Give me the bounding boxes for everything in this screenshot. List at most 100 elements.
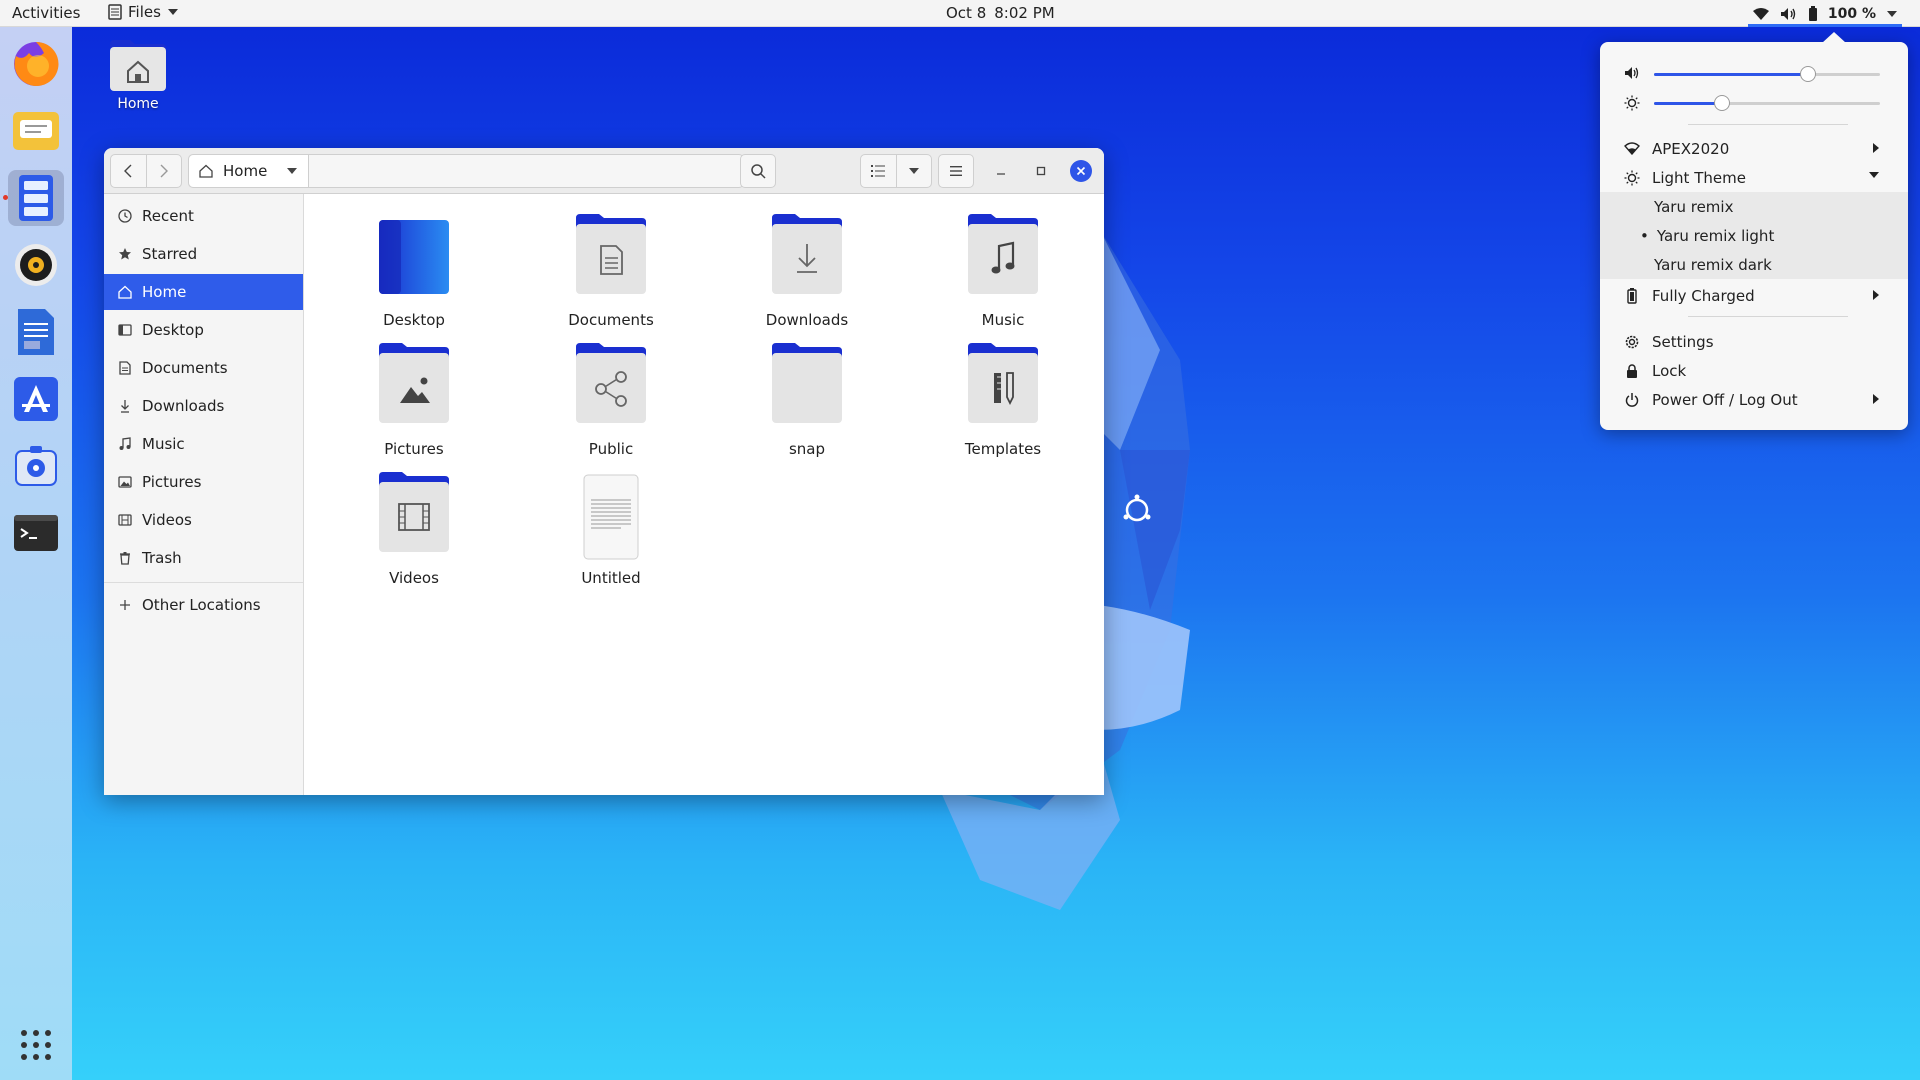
- menu-arrow: [1822, 32, 1846, 43]
- theme-menu-item[interactable]: Light Theme: [1600, 163, 1908, 192]
- chevron-down-icon: [1886, 10, 1898, 18]
- settings-menu-item[interactable]: Settings: [1600, 327, 1908, 356]
- file-item-videos[interactable]: Videos: [349, 470, 479, 587]
- menu-separator: [1688, 316, 1848, 317]
- sidebar-item-starred[interactable]: Starred: [104, 236, 303, 272]
- dock-terminal[interactable]: [8, 505, 64, 561]
- dock-writer[interactable]: [8, 304, 64, 360]
- lock-icon: [1627, 363, 1637, 378]
- desktop-home-item[interactable]: Home: [104, 38, 172, 112]
- volume-slider[interactable]: [1624, 64, 1884, 84]
- header-bar: Home: [104, 148, 1104, 194]
- theme-option-yaru-remix-light[interactable]: • Yaru remix light: [1600, 221, 1908, 250]
- path-crumb-home[interactable]: Home: [189, 155, 309, 187]
- file-item-untitled[interactable]: Untitled: [546, 470, 676, 587]
- image-icon: [118, 476, 132, 488]
- file-item-documents[interactable]: Documents: [546, 212, 676, 329]
- files-window: Home Recent Starred Home Desktop Documen…: [104, 148, 1104, 795]
- chevron-right-icon: [160, 164, 168, 178]
- theme-option-yaru-remix-dark[interactable]: Yaru remix dark: [1600, 250, 1908, 279]
- minimize-icon: [997, 173, 1005, 175]
- dock-firefox[interactable]: [8, 36, 64, 92]
- file-item-label: Pictures: [384, 440, 444, 458]
- theme-option-label: Yaru remix light: [1656, 226, 1775, 245]
- volume-knob[interactable]: [1799, 66, 1816, 82]
- brightness-knob[interactable]: [1713, 95, 1730, 111]
- forward-button[interactable]: [145, 155, 181, 187]
- search-button[interactable]: [740, 154, 776, 188]
- power-label: Power Off / Log Out: [1652, 390, 1798, 409]
- clock[interactable]: Oct 8 8:02 PM: [946, 4, 1055, 22]
- file-item-templates[interactable]: Templates: [938, 341, 1068, 458]
- file-item-downloads[interactable]: Downloads: [742, 212, 872, 329]
- battery-menu-item[interactable]: Fully Charged: [1600, 281, 1908, 310]
- music-folder-icon: [968, 214, 1038, 294]
- sidebar-item-other-locations[interactable]: Other Locations: [104, 587, 303, 623]
- volume-icon: [1780, 7, 1798, 21]
- film-icon: [118, 514, 132, 526]
- wifi-menu-item[interactable]: APEX2020: [1600, 134, 1908, 163]
- brightness-track[interactable]: [1654, 95, 1880, 111]
- templates-folder-icon: [968, 343, 1038, 423]
- text-file-icon: [583, 474, 639, 560]
- sidebar-item-desktop[interactable]: Desktop: [104, 312, 303, 348]
- sidebar-item-downloads[interactable]: Downloads: [104, 388, 303, 424]
- dock-help[interactable]: [8, 438, 64, 494]
- list-view-button[interactable]: [861, 155, 896, 187]
- app-menu[interactable]: Files: [108, 3, 179, 21]
- files-icon: [19, 175, 53, 221]
- theme-label: Light Theme: [1652, 168, 1746, 187]
- sidebar-item-label: Starred: [142, 245, 198, 263]
- brightness-slider[interactable]: [1624, 93, 1884, 113]
- file-item-music[interactable]: Music: [938, 212, 1068, 329]
- lock-label: Lock: [1652, 361, 1687, 380]
- theme-option-yaru-remix[interactable]: Yaru remix: [1600, 192, 1908, 221]
- navigation-buttons: [110, 154, 182, 188]
- sidebar-item-label: Music: [142, 435, 185, 453]
- sun-icon: [1624, 170, 1640, 185]
- system-status-area[interactable]: 100 %: [1747, 3, 1902, 27]
- minimize-button[interactable]: [990, 160, 1012, 182]
- file-item-label: Public: [588, 440, 634, 458]
- maximize-button[interactable]: [1030, 160, 1052, 182]
- activities-button[interactable]: Activities: [12, 4, 80, 22]
- brightness-icon: [1624, 95, 1640, 111]
- view-options-button[interactable]: [895, 155, 931, 187]
- sidebar-item-documents[interactable]: Documents: [104, 350, 303, 386]
- file-item-pictures[interactable]: Pictures: [349, 341, 479, 458]
- sidebar-item-label: Videos: [142, 511, 192, 529]
- file-item-label: Untitled: [581, 569, 641, 587]
- main-menu-button[interactable]: [938, 154, 974, 188]
- app-grid-icon: [21, 1030, 51, 1060]
- plus-icon: [120, 600, 130, 610]
- sidebar-item-trash[interactable]: Trash: [104, 540, 303, 576]
- sidebar-item-videos[interactable]: Videos: [104, 502, 303, 538]
- chevron-right-icon: [1872, 289, 1880, 301]
- sidebar-item-recent[interactable]: Recent: [104, 198, 303, 234]
- dock-mail[interactable]: [8, 103, 64, 159]
- dock-app-store[interactable]: [8, 371, 64, 427]
- dock-rhythmbox[interactable]: [8, 237, 64, 293]
- gear-icon: [1625, 335, 1639, 348]
- sidebar-item-label: Documents: [142, 359, 228, 377]
- file-item-snap[interactable]: snap: [742, 341, 872, 458]
- lock-menu-item[interactable]: Lock: [1600, 356, 1908, 385]
- power-menu-item[interactable]: Power Off / Log Out: [1600, 385, 1908, 414]
- places-sidebar: Recent Starred Home Desktop Documents Do…: [104, 194, 304, 795]
- file-item-desktop[interactable]: Desktop: [349, 212, 479, 329]
- volume-track[interactable]: [1654, 66, 1880, 82]
- document-icon: [119, 361, 131, 375]
- sidebar-item-music[interactable]: Music: [104, 426, 303, 462]
- back-button[interactable]: [111, 155, 146, 187]
- file-item-public[interactable]: Public: [546, 341, 676, 458]
- sidebar-item-home[interactable]: Home: [104, 274, 303, 310]
- show-applications-button[interactable]: [8, 1017, 64, 1073]
- chevron-left-icon: [124, 164, 132, 178]
- terminal-icon: [14, 515, 58, 551]
- selected-indicator: •: [1640, 226, 1649, 245]
- path-crumb-label: Home: [223, 162, 268, 180]
- star-icon: [119, 248, 131, 260]
- close-button[interactable]: [1070, 160, 1092, 182]
- dock-files[interactable]: [8, 170, 64, 226]
- sidebar-item-pictures[interactable]: Pictures: [104, 464, 303, 500]
